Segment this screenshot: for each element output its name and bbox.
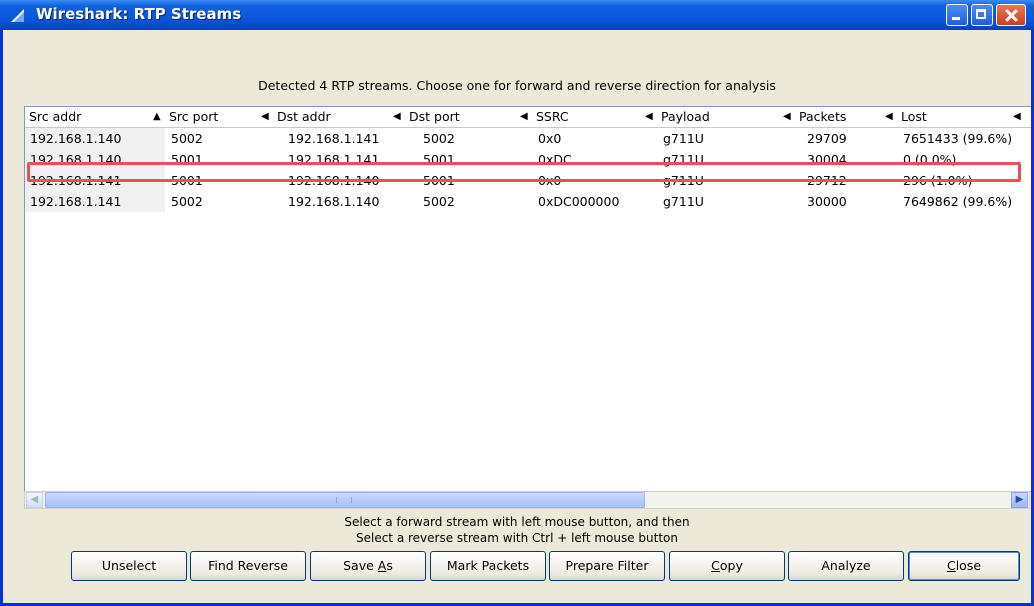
cell-ssrc: 0x0: [538, 131, 562, 146]
column-arrow-icon: ◀: [1013, 111, 1021, 122]
cell-lost: 7651433 (99.6%): [903, 131, 1013, 146]
cell-dst-addr: 192.168.1.141: [288, 131, 380, 146]
column-arrow-icon: ◀: [645, 111, 653, 122]
column-header-lost[interactable]: ◀ Lost ◀: [885, 107, 1027, 127]
column-header-payload[interactable]: ◀ Payload: [645, 107, 797, 127]
column-header-packets[interactable]: ◀ Packets: [783, 107, 895, 127]
sort-ascending-icon: ▲: [153, 111, 161, 122]
rtp-streams-window: Wireshark: RTP Streams Detected 4 RTP st…: [0, 0, 1034, 606]
column-header-src-addr[interactable]: Src addr: [25, 107, 165, 127]
analyze-button[interactable]: Analyze: [788, 551, 904, 581]
rtp-streams-table[interactable]: Src addr ▲ Src port ◀ Dst addr ◀ Dst port ◀…: [24, 106, 1031, 492]
copy-button[interactable]: Copy: [669, 551, 785, 581]
cell-packets: 30000: [807, 194, 847, 209]
wireshark-fin-icon: [11, 9, 24, 22]
cell-src-addr: 192.168.1.140: [25, 128, 165, 149]
cell-src-port: 5002: [171, 131, 203, 146]
column-header-src-port[interactable]: ▲ Src port: [153, 107, 273, 127]
mark-packets-button[interactable]: Mark Packets: [430, 551, 546, 581]
column-header-ssrc[interactable]: ◀ SSRC: [520, 107, 652, 127]
cell-payload: g711U: [663, 131, 704, 146]
table-header: Src addr ▲ Src port ◀ Dst addr ◀ Dst port ◀…: [25, 107, 1031, 128]
horizontal-scrollbar[interactable]: ◀ ▶: [24, 491, 1030, 509]
minimize-button[interactable]: [946, 4, 968, 26]
maximize-button[interactable]: [971, 4, 993, 26]
cell-src-addr: 192.168.1.141: [25, 191, 165, 212]
cell-payload: g711U: [663, 194, 704, 209]
scroll-left-icon[interactable]: ◀: [26, 492, 43, 508]
column-header-dst-port[interactable]: ◀ Dst port: [393, 107, 525, 127]
column-arrow-icon: ◀: [783, 111, 791, 122]
scroll-grip-icon: [336, 497, 352, 503]
column-header-dst-addr[interactable]: ◀ Dst addr: [261, 107, 405, 127]
cell-src-port: 5002: [171, 194, 203, 209]
table-row[interactable]: 192.168.1.141 5002 192.168.1.140 5002 0x…: [25, 191, 1031, 212]
title-bar[interactable]: Wireshark: RTP Streams: [0, 0, 1034, 30]
prepare-filter-button[interactable]: Prepare Filter: [549, 551, 665, 581]
column-arrow-icon: ◀: [261, 111, 269, 122]
column-arrow-icon: ◀: [885, 111, 893, 122]
scroll-right-icon[interactable]: ▶: [1011, 492, 1028, 508]
scrollbar-thumb[interactable]: [45, 492, 645, 508]
cell-dst-port: 5002: [423, 194, 455, 209]
column-arrow-icon: ◀: [393, 111, 401, 122]
selected-row-highlight: [27, 162, 1021, 182]
column-arrow-icon: ◀: [520, 111, 528, 122]
close-window-button[interactable]: [996, 4, 1026, 26]
cell-lost: 7649862 (99.6%): [903, 194, 1013, 209]
hint-line-2: Select a reverse stream with Ctrl + left…: [355, 531, 678, 545]
close-button[interactable]: Close: [908, 551, 1020, 581]
window-title: Wireshark: RTP Streams: [36, 5, 242, 23]
empty-column-area: [25, 212, 165, 491]
find-reverse-button[interactable]: Find Reverse: [190, 551, 306, 581]
cell-dst-addr: 192.168.1.140: [288, 194, 380, 209]
cell-packets: 29709: [807, 131, 847, 146]
cell-dst-port: 5002: [423, 131, 455, 146]
unselect-button[interactable]: Unselect: [71, 551, 187, 581]
hint-line-1: Select a forward stream with left mouse …: [344, 515, 690, 529]
cell-ssrc: 0xDC000000: [538, 194, 620, 209]
table-row[interactable]: 192.168.1.140 5002 192.168.1.141 5002 0x…: [25, 128, 1031, 149]
detected-streams-label: Detected 4 RTP streams. Choose one for f…: [258, 78, 776, 93]
save-as-button[interactable]: Save As: [310, 551, 426, 581]
